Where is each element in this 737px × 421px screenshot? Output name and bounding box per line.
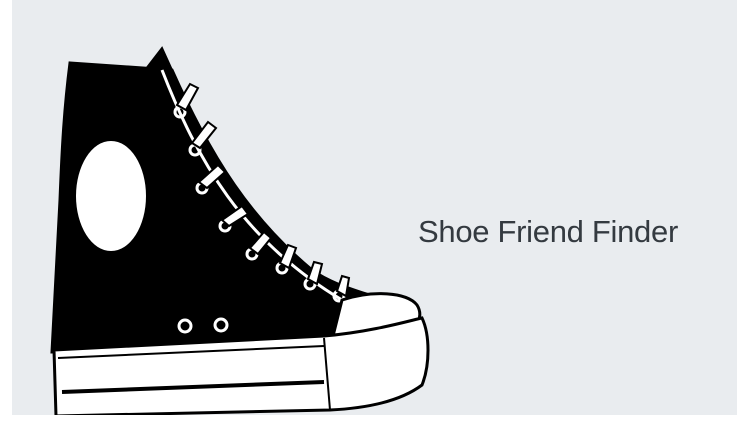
high-top-sneaker-icon	[50, 46, 430, 415]
hero-banner: Shoe Friend Finder	[12, 0, 737, 415]
page-title: Shoe Friend Finder	[418, 214, 678, 249]
